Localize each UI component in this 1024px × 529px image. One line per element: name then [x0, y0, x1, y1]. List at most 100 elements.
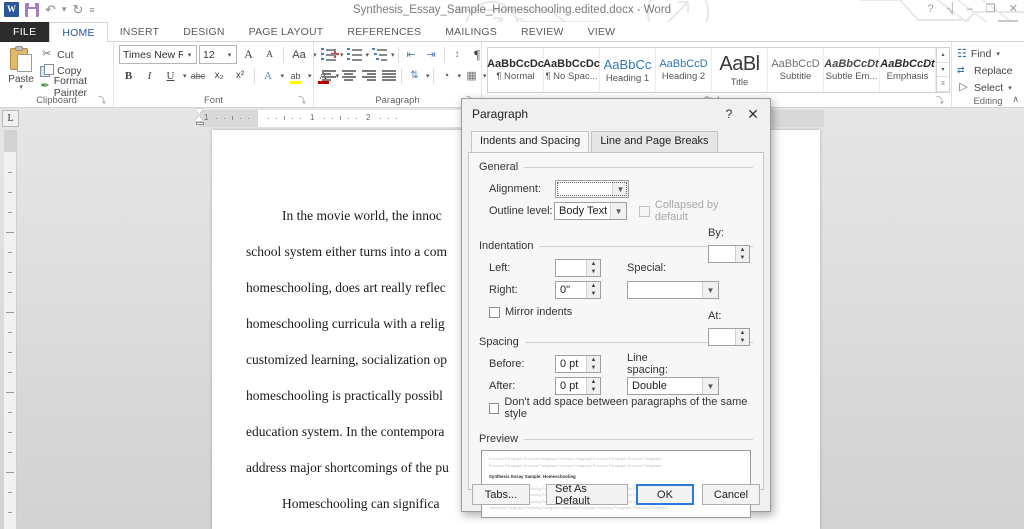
by-input[interactable]: ▲ ▼	[708, 245, 750, 263]
alignment-chevron-down-icon[interactable]: ▼	[612, 181, 628, 197]
shading-icon[interactable]: ◔	[437, 66, 456, 85]
styles-scroll-up-icon[interactable]: ▴	[937, 48, 949, 63]
account-area[interactable]: Microsoft account ▾	[898, 20, 1018, 22]
dialog-tabs[interactable]: Indents and Spacing Line and Page Breaks	[462, 131, 770, 152]
spacing-before-stepper[interactable]: ▲ ▼	[586, 356, 600, 372]
spacing-before-input[interactable]: 0 pt ▲ ▼	[555, 355, 601, 373]
numbering-caret-icon[interactable]: ▾	[365, 51, 370, 59]
styles-scroll-down-icon[interactable]: ▾	[937, 63, 949, 78]
replace-button[interactable]: ⇄ Replace	[957, 63, 1013, 78]
dialog-close-icon[interactable]: ✕	[740, 106, 766, 123]
tab-indents-and-spacing[interactable]: Indents and Spacing	[471, 131, 590, 152]
outline-level-chevron-down-icon[interactable]: ▼	[610, 203, 627, 219]
decrease-indent-icon[interactable]: ⇤	[402, 45, 421, 64]
tab-stop-selector[interactable]: L	[2, 110, 19, 127]
left-indent-marker[interactable]	[195, 122, 204, 125]
find-caret-icon[interactable]: ▾	[995, 50, 1000, 58]
underline-caret-icon[interactable]: ▾	[182, 72, 187, 80]
style-heading-2[interactable]: AaBbCcD Heading 2	[656, 48, 712, 92]
save-icon[interactable]	[25, 2, 39, 17]
dont-add-space-checkbox[interactable]: Don't add space between paragraphs of th…	[489, 396, 753, 420]
line-spacing-chevron-down-icon[interactable]: ▼	[702, 378, 718, 394]
line-spacing-caret-icon[interactable]: ▾	[425, 72, 430, 80]
at-input[interactable]: ▲ ▼	[708, 328, 750, 346]
tab-design[interactable]: DESIGN	[171, 22, 236, 42]
special-chevron-down-icon[interactable]: ▼	[702, 282, 718, 298]
avatar[interactable]	[998, 20, 1018, 22]
sort-icon[interactable]: ↕	[448, 45, 467, 64]
undo-dropdown-caret-icon[interactable]: ▾	[62, 4, 67, 15]
style-normal[interactable]: AaBbCcDc ¶ Normal	[487, 48, 544, 92]
font-size-combo[interactable]: 12 ▾	[199, 45, 237, 64]
mirror-indents-checkbox[interactable]: Mirror indents	[489, 306, 572, 318]
first-line-indent-marker[interactable]	[195, 109, 203, 114]
paragraph-dialog[interactable]: Paragraph ? ✕ Indents and Spacing Line a…	[461, 98, 771, 518]
styles-gallery[interactable]: AaBbCcDc ¶ Normal AaBbCcDc ¶ No Spac... …	[487, 47, 950, 93]
select-caret-icon[interactable]: ▾	[1007, 84, 1012, 92]
close-icon[interactable]: ✕	[1009, 2, 1018, 16]
cut-button[interactable]: ✂ Cut	[37, 47, 108, 62]
subscript-icon[interactable]: x₂	[210, 66, 229, 85]
indent-left-input[interactable]: ▲ ▼	[555, 259, 601, 277]
shrink-font-icon[interactable]: A	[260, 45, 279, 64]
indent-markers[interactable]	[195, 109, 204, 125]
collapse-ribbon-icon[interactable]: ∧	[1012, 94, 1019, 105]
ribbon-display-options-icon[interactable]: ⎷	[947, 2, 954, 16]
quick-access-toolbar[interactable]: W ↶ ▾ ↻ ≡	[4, 2, 95, 17]
by-stepper[interactable]: ▲ ▼	[735, 246, 749, 262]
shading-caret-icon[interactable]: ▾	[457, 72, 462, 80]
redo-icon[interactable]: ↻	[72, 2, 83, 17]
text-effects-icon[interactable]: A	[259, 66, 278, 85]
dialog-title-bar[interactable]: Paragraph ? ✕	[462, 99, 770, 129]
style-no-spacing[interactable]: AaBbCcDc ¶ No Spac...	[543, 48, 600, 92]
align-left-icon[interactable]	[319, 66, 338, 85]
tab-home[interactable]: HOME	[49, 22, 108, 43]
style-heading-1[interactable]: AaBbCc Heading 1	[600, 48, 656, 92]
tab-mailings[interactable]: MAILINGS	[433, 22, 509, 42]
special-select[interactable]: ▼	[627, 281, 719, 299]
tab-review[interactable]: REVIEW	[509, 22, 576, 42]
align-right-icon[interactable]	[359, 66, 378, 85]
format-painter-button[interactable]: ✒ Format Painter	[37, 75, 108, 99]
outline-level-select[interactable]: Body Text ▼	[554, 202, 628, 220]
style-emphasis[interactable]: AaBbCcDt Emphasis	[880, 48, 936, 92]
help-icon[interactable]: ?	[928, 2, 934, 16]
window-controls[interactable]: ? ⎷ – ❐ ✕	[928, 2, 1019, 16]
clipboard-dialog-launcher[interactable]: ⤵	[98, 94, 106, 107]
text-effects-caret-icon[interactable]: ▾	[280, 72, 285, 80]
collapsed-by-default-checkbox[interactable]: Collapsed by default	[639, 199, 753, 223]
highlight-color-icon[interactable]: ab	[286, 66, 305, 85]
multilevel-caret-icon[interactable]: ▾	[390, 51, 395, 59]
tab-references[interactable]: REFERENCES	[335, 22, 433, 42]
bullets-caret-icon[interactable]: ▾	[339, 51, 344, 59]
dialog-help-icon[interactable]: ?	[718, 107, 740, 121]
style-subtitle[interactable]: AaBbCcD Subtitle	[768, 48, 824, 92]
tab-view[interactable]: VIEW	[576, 22, 628, 42]
style-title[interactable]: AaBl Title	[712, 48, 768, 92]
styles-more-icon[interactable]: ≡	[937, 77, 949, 93]
customize-qat-icon[interactable]: ≡	[89, 5, 94, 15]
align-center-icon[interactable]	[339, 66, 358, 85]
paste-button[interactable]: Paste ▾	[5, 44, 37, 91]
ok-button[interactable]: OK	[636, 484, 694, 505]
tab-file[interactable]: FILE	[0, 22, 50, 42]
minimize-icon[interactable]: –	[967, 2, 973, 16]
font-size-caret-icon[interactable]: ▾	[223, 51, 236, 59]
increase-indent-icon[interactable]: ⇥	[422, 45, 441, 64]
font-name-combo[interactable]: Times New Ro ▾	[119, 45, 197, 64]
font-dialog-launcher[interactable]: ⤵	[298, 94, 306, 107]
styles-dialog-launcher[interactable]: ⤵	[936, 94, 944, 107]
line-spacing-select[interactable]: Double ▼	[627, 377, 719, 395]
underline-icon[interactable]: U	[161, 66, 180, 85]
change-case-icon[interactable]: Aa	[288, 45, 310, 64]
undo-icon[interactable]: ↶	[45, 2, 56, 17]
select-button[interactable]: ▷ Select ▾	[957, 80, 1013, 95]
tab-line-and-page-breaks[interactable]: Line and Page Breaks	[591, 131, 718, 152]
multilevel-list-icon[interactable]	[370, 45, 389, 64]
alignment-select[interactable]: ▼	[555, 180, 629, 198]
paste-caret-icon[interactable]: ▾	[19, 84, 23, 91]
vertical-ruler[interactable]	[4, 130, 17, 529]
tab-page-layout[interactable]: PAGE LAYOUT	[237, 22, 336, 42]
highlight-caret-icon[interactable]: ▾	[307, 72, 312, 80]
strikethrough-icon[interactable]: abc	[189, 66, 208, 85]
